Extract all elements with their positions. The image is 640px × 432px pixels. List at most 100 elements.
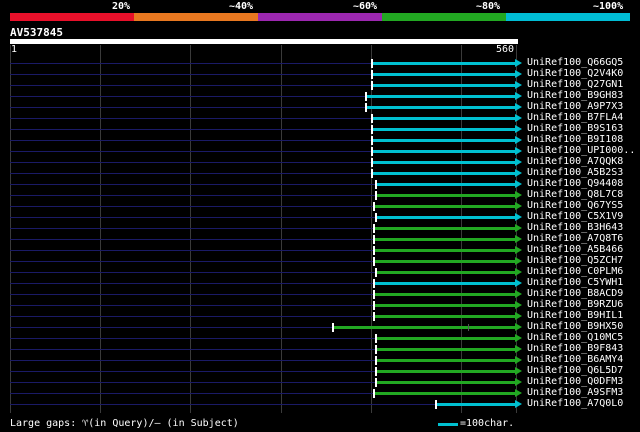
hit-alignment-bar[interactable] xyxy=(371,70,522,79)
hit-name-link[interactable]: UniRef100_A5B2S3 xyxy=(527,167,623,178)
hit-start-marker xyxy=(375,191,377,200)
arrow-right-icon xyxy=(515,224,522,232)
hit-start-marker xyxy=(365,92,367,101)
hit-alignment-bar[interactable] xyxy=(371,114,522,123)
hit-name-link[interactable]: UniRef100_B8ACD9 xyxy=(527,288,623,299)
percent-label-100: ~100% xyxy=(593,1,624,12)
hit-name-link[interactable]: UniRef100_Q2V4K0 xyxy=(527,68,623,79)
arrow-right-icon xyxy=(515,191,522,199)
arrow-right-icon xyxy=(515,268,522,276)
hit-alignment-bar[interactable] xyxy=(375,356,522,365)
arrow-right-icon xyxy=(515,213,522,221)
arrow-right-icon xyxy=(515,59,522,67)
hit-alignment-bar[interactable] xyxy=(375,345,522,354)
hit-alignment-bar[interactable] xyxy=(371,158,522,167)
hit-alignment-bar[interactable] xyxy=(375,334,522,343)
hit-name-link[interactable]: UniRef100_Q6L5D7 xyxy=(527,365,623,376)
hit-alignment-bar[interactable] xyxy=(365,92,522,101)
hit-name-link[interactable]: UniRef100_A9SFM3 xyxy=(527,387,623,398)
hit-start-marker xyxy=(373,312,375,321)
hit-alignment-bar[interactable] xyxy=(373,389,522,398)
hit-name-link[interactable]: UniRef100_B3H643 xyxy=(527,222,623,233)
hit-alignment-bar[interactable] xyxy=(371,81,522,90)
hit-alignment-bar[interactable] xyxy=(365,103,522,112)
ruler-end-label: 560 xyxy=(496,44,515,55)
hit-start-marker xyxy=(375,180,377,189)
hit-row[interactable]: UniRef100_A7Q0L0 xyxy=(0,398,640,410)
hit-start-marker xyxy=(371,70,373,79)
hit-alignment-bar[interactable] xyxy=(375,268,522,277)
hit-start-marker xyxy=(332,323,334,332)
hit-name-link[interactable]: UniRef100_B9GH83 xyxy=(527,90,623,101)
arrow-right-icon xyxy=(515,70,522,78)
arrow-right-icon xyxy=(515,235,522,243)
hit-name-link[interactable]: UniRef100_Q67YS5 xyxy=(527,200,623,211)
hit-alignment-bar[interactable] xyxy=(375,378,522,387)
hit-alignment-bar[interactable] xyxy=(371,59,522,68)
hit-name-link[interactable]: UniRef100_A7QQK8 xyxy=(527,156,623,167)
hit-alignment-bar[interactable] xyxy=(375,191,522,200)
arrow-right-icon xyxy=(515,169,522,177)
hit-name-link[interactable]: UniRef100_Q5ZCH7 xyxy=(527,255,623,266)
hit-name-link[interactable]: UniRef100_B9HX50 xyxy=(527,321,623,332)
hit-name-link[interactable]: UniRef100_B6AMY4 xyxy=(527,354,623,365)
hit-alignment-bar[interactable] xyxy=(373,290,522,299)
hit-alignment-bar[interactable] xyxy=(371,125,522,134)
hit-alignment-bar[interactable] xyxy=(375,367,522,376)
arrow-right-icon xyxy=(515,367,522,375)
hit-name-link[interactable]: UniRef100_B9S163 xyxy=(527,123,623,134)
hit-alignment-bar[interactable] xyxy=(373,257,522,266)
hit-name-link[interactable]: UniRef100_Q8L7C8 xyxy=(527,189,623,200)
hit-name-link[interactable]: UniRef100_C5YWH1 xyxy=(527,277,623,288)
hit-name-link[interactable]: UniRef100_A5B466 xyxy=(527,244,623,255)
hit-name-link[interactable]: UniRef100_B9RZU6 xyxy=(527,299,623,310)
hit-alignment-bar[interactable] xyxy=(373,246,522,255)
hit-start-marker xyxy=(371,125,373,134)
hit-start-marker xyxy=(371,169,373,178)
hit-alignment-bar[interactable] xyxy=(373,279,522,288)
hit-name-link[interactable]: UniRef100_B9I108 xyxy=(527,134,623,145)
hit-name-link[interactable]: UniRef100_Q27GN1 xyxy=(527,79,623,90)
hit-name-link[interactable]: UniRef100_C0PLM6 xyxy=(527,266,623,277)
hit-name-link[interactable]: UniRef100_C5X1V9 xyxy=(527,211,623,222)
hit-alignment-bar[interactable] xyxy=(375,180,522,189)
arrow-right-icon xyxy=(515,290,522,298)
hit-alignment-bar[interactable] xyxy=(371,169,522,178)
arrow-right-icon xyxy=(515,180,522,188)
hit-name-link[interactable]: UniRef100_A9P7X3 xyxy=(527,101,623,112)
hit-name-link[interactable]: UniRef100_A7Q0L0 xyxy=(527,398,623,409)
hit-alignment-bar[interactable] xyxy=(332,323,522,332)
hit-start-marker xyxy=(373,389,375,398)
hit-name-link[interactable]: UniRef100_Q10MC5 xyxy=(527,332,623,343)
hit-alignment-bar[interactable] xyxy=(371,136,522,145)
hit-start-marker xyxy=(371,114,373,123)
hit-start-marker xyxy=(373,301,375,310)
arrow-right-icon xyxy=(515,92,522,100)
arrow-right-icon xyxy=(515,345,522,353)
hit-name-link[interactable]: UniRef100_UPI000.. xyxy=(527,145,635,156)
hit-alignment-bar[interactable] xyxy=(373,224,522,233)
arrow-right-icon xyxy=(515,378,522,386)
arrow-right-icon xyxy=(515,279,522,287)
hit-alignment-bar[interactable] xyxy=(373,202,522,211)
hit-name-link[interactable]: UniRef100_B9F843 xyxy=(527,343,623,354)
arrow-right-icon xyxy=(515,136,522,144)
hit-alignment-bar[interactable] xyxy=(373,301,522,310)
hit-name-link[interactable]: UniRef100_B7FLA4 xyxy=(527,112,623,123)
hit-alignment-bar[interactable] xyxy=(373,312,522,321)
hit-start-marker xyxy=(375,356,377,365)
hit-start-marker xyxy=(375,345,377,354)
hit-name-link[interactable]: UniRef100_Q66GQ5 xyxy=(527,57,623,68)
hit-alignment-bar[interactable] xyxy=(373,235,522,244)
hit-name-link[interactable]: UniRef100_B9HIL1 xyxy=(527,310,623,321)
hit-start-marker xyxy=(373,202,375,211)
hit-name-link[interactable]: UniRef100_A7Q8T6 xyxy=(527,233,623,244)
hit-name-link[interactable]: UniRef100_Q0DFM3 xyxy=(527,376,623,387)
hit-name-link[interactable]: UniRef100_Q94408 xyxy=(527,178,623,189)
hit-alignment-bar[interactable] xyxy=(375,213,522,222)
query-id: AV537845 xyxy=(10,26,63,39)
hit-alignment-bar[interactable] xyxy=(371,147,522,156)
percent-label-60: ~60% xyxy=(353,1,378,12)
hit-alignment-bar[interactable] xyxy=(435,400,522,409)
percent-label-40: ~40% xyxy=(229,1,254,12)
